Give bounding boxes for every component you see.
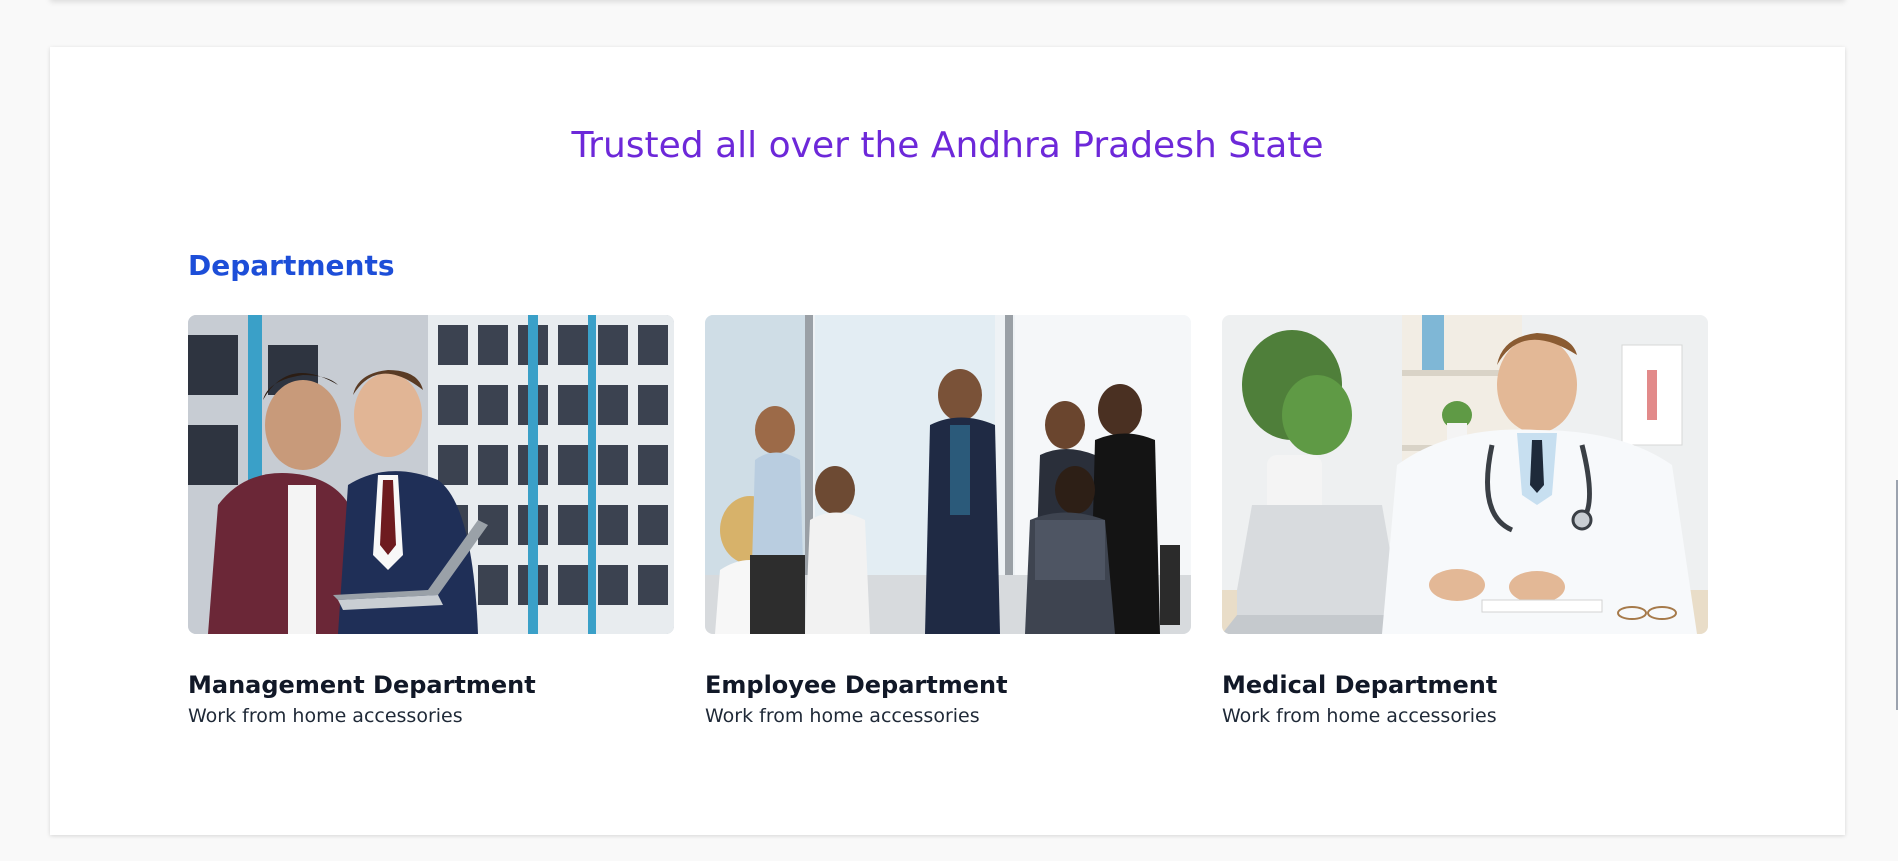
department-name[interactable]: Employee Department <box>705 671 1191 699</box>
department-card-employee[interactable]: Employee Department Work from home acces… <box>705 315 1191 727</box>
department-description: Work from home accessories <box>1222 705 1497 727</box>
medical-department-image[interactable] <box>1222 315 1708 634</box>
management-department-image[interactable] <box>188 315 674 634</box>
section-headline: Trusted all over the Andhra Pradesh Stat… <box>571 125 1324 166</box>
employee-department-image[interactable] <box>705 315 1191 634</box>
department-card-management[interactable]: Management Department Work from home acc… <box>188 315 674 727</box>
department-name[interactable]: Medical Department <box>1222 671 1708 699</box>
department-name[interactable]: Management Department <box>188 671 674 699</box>
departments-heading: Departments <box>188 249 395 282</box>
department-card-medical[interactable]: Medical Department Work from home access… <box>1222 315 1708 727</box>
department-description: Work from home accessories <box>188 705 463 727</box>
department-description: Work from home accessories <box>705 705 980 727</box>
trusted-section: Trusted all over the Andhra Pradesh Stat… <box>50 47 1845 835</box>
